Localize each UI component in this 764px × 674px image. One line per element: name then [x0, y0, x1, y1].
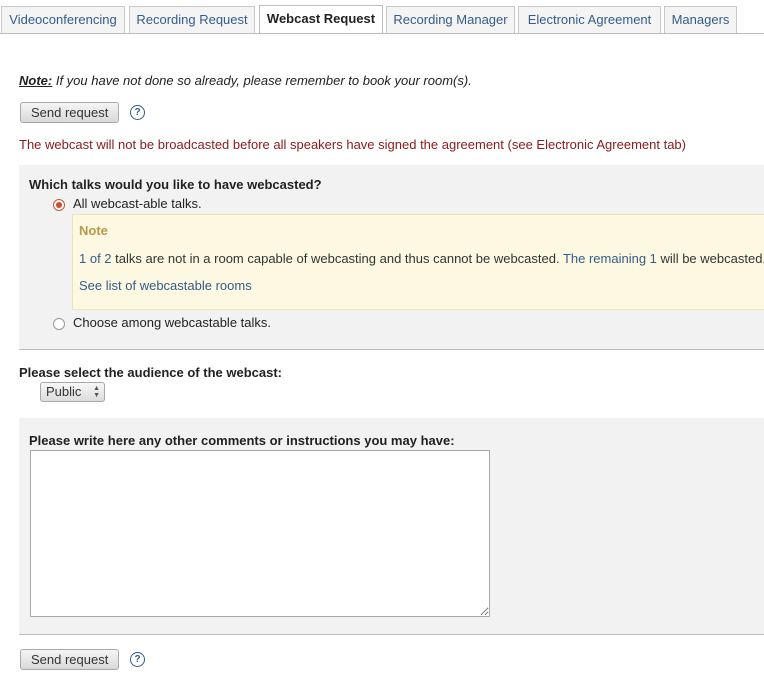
note-box-message: 1 of 2 talks are not in a room capable o…	[79, 251, 764, 266]
select-arrows-icon: ▲ ▼	[93, 385, 100, 399]
help-icon[interactable]: ?	[130, 105, 145, 120]
radio-all-talks[interactable]	[53, 199, 65, 211]
talks-section-divider	[19, 349, 764, 350]
note-box-middle-text: talks are not in a room capable of webca…	[111, 251, 563, 266]
tab-electronic-agreement[interactable]: Electronic Agreement	[518, 6, 661, 33]
option-choose-talks-label[interactable]: Choose among webcastable talks.	[73, 315, 271, 330]
audience-selected-value: Public	[46, 384, 82, 399]
note-label: Note:	[19, 73, 53, 88]
tab-webcast-request[interactable]: Webcast Request	[259, 5, 383, 34]
remaining-talks-link[interactable]: The remaining 1	[563, 251, 657, 266]
note-text: If you have not done so already, please …	[52, 73, 472, 88]
webcast-warning: The webcast will not be broadcasted befo…	[19, 137, 686, 152]
comments-section-divider	[19, 634, 764, 635]
note-box-title: Note	[79, 223, 108, 238]
tab-recording-manager[interactable]: Recording Manager	[386, 6, 515, 33]
radio-choose-talks[interactable]	[53, 318, 65, 330]
webcastable-rooms-link[interactable]: See list of webcastable rooms	[79, 278, 252, 293]
tab-bar-divider	[0, 33, 764, 34]
tab-videoconferencing[interactable]: Videoconferencing	[1, 6, 125, 33]
audience-select[interactable]: Public ▲ ▼	[40, 382, 105, 402]
talk-count-link[interactable]: 1 of 2	[79, 251, 112, 266]
send-request-button-top[interactable]: Send request	[20, 102, 120, 123]
option-all-talks-label[interactable]: All webcast-able talks.	[73, 196, 202, 211]
tab-recording-request[interactable]: Recording Request	[129, 6, 255, 33]
talks-question: Which talks would you like to have webca…	[29, 177, 322, 192]
comments-question: Please write here any other comments or …	[29, 433, 455, 448]
note-box-tail-text: will be webcasted.	[656, 251, 764, 266]
webcast-note-box: Note 1 of 2 talks are not in a room capa…	[72, 214, 764, 310]
audience-question: Please select the audience of the webcas…	[19, 365, 282, 380]
comments-textarea[interactable]	[30, 450, 490, 617]
send-request-button-bottom[interactable]: Send request	[20, 649, 120, 670]
tab-bar: Videoconferencing Recording Request Webc…	[0, 0, 764, 34]
room-booking-note: Note: If you have not done so already, p…	[19, 73, 472, 88]
help-icon[interactable]: ?	[130, 652, 145, 667]
tab-managers[interactable]: Managers	[664, 6, 737, 33]
